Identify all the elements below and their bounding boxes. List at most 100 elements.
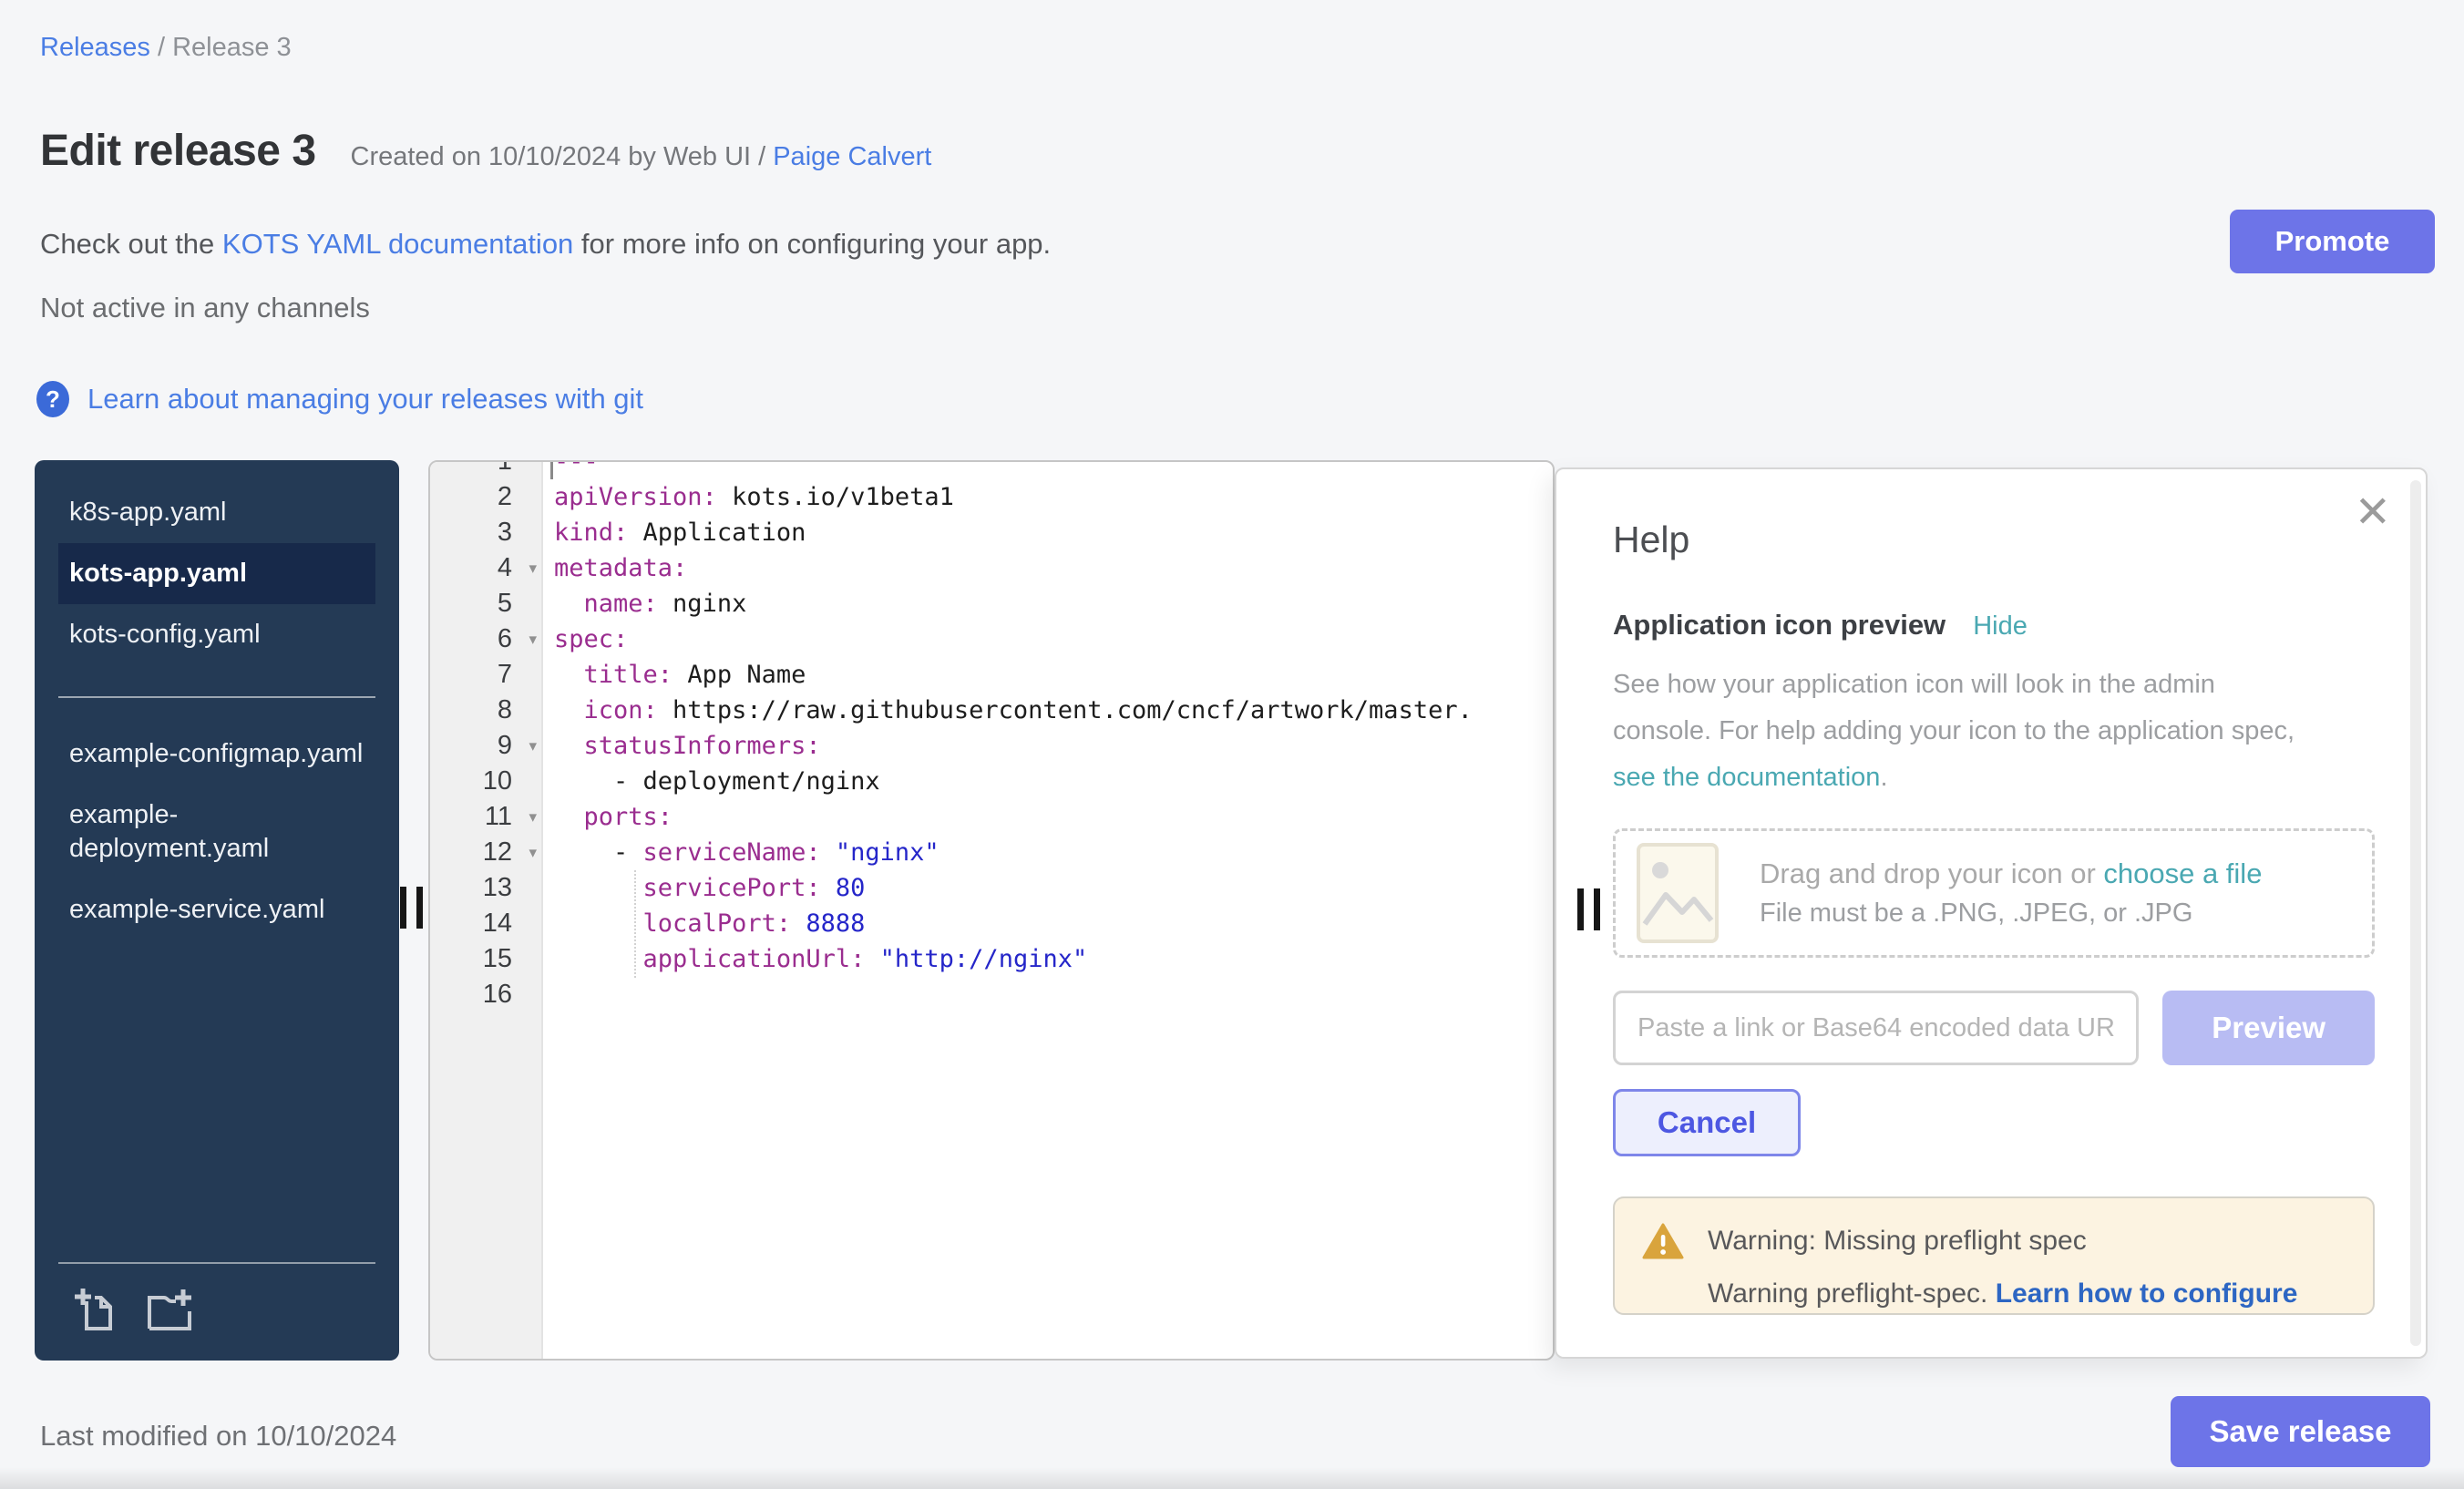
code-token: "http://nginx" (865, 945, 1087, 973)
warning-header: Warning: Missing preflight spec (1642, 1222, 2347, 1260)
sidebar-resize-handle[interactable] (400, 887, 423, 929)
yaml-editor[interactable]: 1234▾56▾789▾1011▾12▾13141516 ---apiVersi… (428, 460, 1555, 1361)
doc-line-prefix: Check out the (40, 228, 222, 260)
code-line[interactable]: spec: (554, 621, 1553, 657)
code-line[interactable]: --- (554, 460, 1553, 479)
code-token: 8888 (791, 909, 865, 938)
code-token: nginx (658, 590, 747, 618)
code-line[interactable]: icon: https://raw.githubusercontent.com/… (554, 693, 1553, 728)
see-documentation-link[interactable]: see the documentation (1613, 763, 1880, 792)
code-line[interactable]: kind: Application (554, 515, 1553, 550)
code-line[interactable]: ports: (554, 799, 1553, 835)
fold-arrow-icon[interactable]: ▾ (529, 550, 537, 586)
code-token (554, 732, 584, 760)
gutter-line: 11 ▾ (430, 799, 541, 835)
code-line[interactable]: statusInformers: (554, 728, 1553, 764)
gutter-line: 13 (430, 870, 541, 906)
sidebar-item-example-deployment.yaml[interactable]: example-deployment.yaml (58, 785, 375, 879)
breadcrumb-releases-link[interactable]: Releases (40, 33, 150, 62)
code-token: spec: (554, 625, 628, 653)
icon-dropzone[interactable]: Drag and drop your icon or choose a file… (1613, 828, 2375, 958)
line-number: 1 (498, 460, 512, 476)
sidebar-item-example-configmap.yaml[interactable]: example-configmap.yaml (58, 724, 375, 785)
close-icon[interactable]: ✕ (2355, 491, 2391, 535)
warning-configure-link[interactable]: Learn how to configure (1996, 1278, 2298, 1309)
line-number: 8 (498, 695, 512, 724)
code-token: "nginx" (821, 838, 939, 867)
hide-link[interactable]: Hide (1973, 611, 2028, 642)
code-token: servicePort: (643, 874, 821, 902)
fold-arrow-icon[interactable]: ▾ (529, 621, 537, 657)
preview-button[interactable]: Preview (2162, 991, 2375, 1065)
fold-arrow-icon[interactable]: ▾ (529, 728, 537, 764)
warning-box: Warning: Missing preflight spec Warning … (1613, 1196, 2375, 1315)
code-token: Application (628, 519, 806, 547)
image-placeholder-icon (1636, 842, 1720, 944)
description-line-3: see the documentation. (1613, 755, 2375, 801)
code-token (554, 945, 643, 973)
help-panel-resize-handle[interactable] (1577, 888, 1600, 930)
git-help-link[interactable]: Learn about managing your releases with … (87, 383, 643, 416)
new-file-icon[interactable] (73, 1286, 120, 1333)
gutter-line: 8 (430, 693, 541, 728)
icon-preview-section-header: Application icon preview Hide (1613, 609, 2375, 642)
icon-preview-description: See how your application icon will look … (1613, 662, 2375, 801)
code-token: localPort: (643, 909, 792, 938)
title-row: Edit release 3 Created on 10/10/2024 by … (40, 126, 931, 176)
dropzone-hint: File must be a .PNG, .JPEG, or .JPG (1760, 899, 2262, 929)
code-token: metadata: (554, 554, 687, 582)
fold-arrow-icon[interactable]: ▾ (529, 835, 537, 870)
editor-gutter: 1234▾56▾789▾1011▾12▾13141516 (430, 462, 543, 1359)
line-number: 16 (483, 980, 512, 1009)
git-help-row: ? Learn about managing your releases wit… (36, 381, 643, 417)
sidebar-item-kots-app.yaml[interactable]: kots-app.yaml (58, 543, 375, 604)
code-line[interactable]: applicationUrl: "http://nginx" (554, 941, 1553, 977)
code-line[interactable]: localPort: 8888 (554, 906, 1553, 941)
code-line[interactable]: - serviceName: "nginx" (554, 835, 1553, 870)
gutter-line: 16 (430, 977, 541, 1012)
code-line[interactable] (554, 977, 1553, 1012)
code-token: apiVersion: (554, 483, 717, 511)
help-panel-scrollbar[interactable] (2410, 480, 2421, 1346)
sidebar-item-k8s-app.yaml[interactable]: k8s-app.yaml (58, 482, 375, 543)
line-number: 5 (498, 589, 512, 618)
sidebar-item-kots-config.yaml[interactable]: kots-config.yaml (58, 604, 375, 665)
line-number: 11 (485, 802, 512, 831)
icon-preview-title: Application icon preview (1613, 609, 1946, 642)
code-token: --- (554, 460, 599, 476)
icon-url-input[interactable] (1613, 991, 2139, 1065)
text-cursor (550, 462, 553, 479)
code-line[interactable]: servicePort: 80 (554, 870, 1553, 906)
code-line[interactable]: - deployment/nginx (554, 764, 1553, 799)
gutter-line: 2 (430, 479, 541, 515)
code-line[interactable]: apiVersion: kots.io/v1beta1 (554, 479, 1553, 515)
code-line[interactable]: title: App Name (554, 657, 1553, 693)
window-bottom-edge (0, 1467, 2464, 1489)
code-token: icon: (584, 696, 658, 724)
line-number: 4 (498, 553, 512, 582)
sidebar-item-example-service.yaml[interactable]: example-service.yaml (58, 879, 375, 940)
code-token (554, 590, 584, 618)
code-line[interactable]: name: nginx (554, 586, 1553, 621)
code-token: kind: (554, 519, 628, 547)
file-sidebar: k8s-app.yamlkots-app.yamlkots-config.yam… (35, 460, 399, 1361)
gutter-line: 1 (430, 460, 541, 479)
dropzone-text: Drag and drop your icon or choose a file… (1760, 857, 2262, 929)
code-line[interactable]: metadata: (554, 550, 1553, 586)
description-line-2: console. For help adding your icon to th… (1613, 708, 2375, 755)
channel-status: Not active in any channels (40, 292, 370, 324)
kots-yaml-doc-link[interactable]: KOTS YAML documentation (222, 228, 573, 260)
promote-button[interactable]: Promote (2230, 210, 2435, 273)
code-token: title: (584, 661, 673, 689)
cancel-button[interactable]: Cancel (1613, 1089, 1801, 1156)
editor-code-area[interactable]: ---apiVersion: kots.io/v1beta1kind: Appl… (545, 462, 1553, 1359)
question-circle-icon[interactable]: ? (36, 381, 69, 417)
new-folder-icon[interactable] (146, 1286, 193, 1333)
sidebar-actions (58, 1262, 375, 1333)
choose-file-link[interactable]: choose a file (2103, 857, 2262, 889)
line-number: 6 (498, 624, 512, 653)
fold-arrow-icon[interactable]: ▾ (529, 799, 537, 835)
save-release-button[interactable]: Save release (2171, 1396, 2430, 1467)
created-by-link[interactable]: Paige Calvert (773, 142, 931, 171)
code-token: applicationUrl: (643, 945, 866, 973)
